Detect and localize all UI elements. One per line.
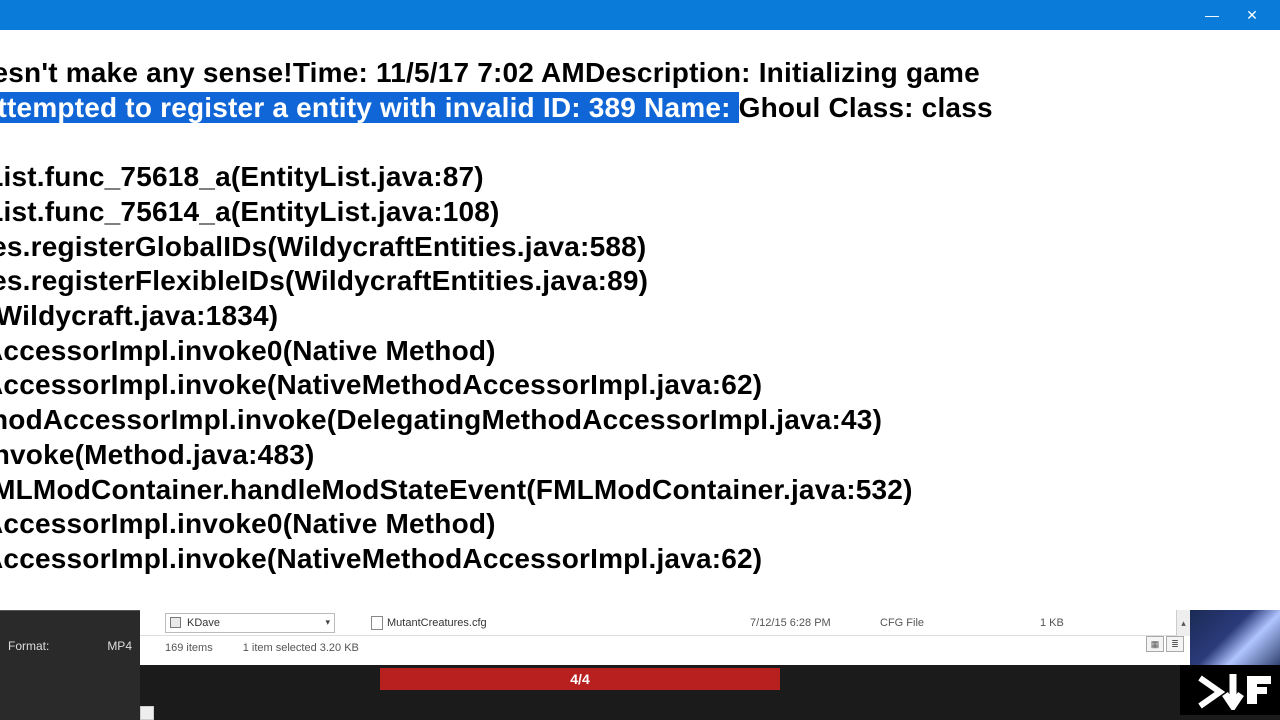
scroll-down-button[interactable]: [140, 706, 154, 720]
status-selection: 1 item selected 3.20 KB: [243, 642, 359, 654]
crash-line: lect.DelegatingMethodAccessorImpl.invoke…: [0, 404, 882, 435]
crash-line: lect.NativeMethodAccessorImpl.invoke(Nat…: [0, 543, 762, 574]
view-toggle: ▦ ≣: [1146, 636, 1184, 652]
progress-text: 4/4: [570, 671, 589, 687]
crash-line: lect.NativeMethodAccessorImpl.invoke(Nat…: [0, 369, 762, 400]
file-type: CFG File: [880, 617, 924, 629]
drive-icon: [170, 617, 181, 628]
file-size: 1 KB: [1040, 617, 1064, 629]
explorer-status-bar: 169 items 1 item selected 3.20 KB: [140, 636, 1190, 660]
chevron-down-icon[interactable]: ▾: [325, 617, 330, 628]
crash-report-text[interactable]: Report —// This doesn't make any sense!T…: [0, 56, 1280, 577]
breadcrumb-text: KDave: [187, 617, 220, 629]
crash-line: aft.WildycraftEntities.registerFlexibleI…: [0, 265, 648, 296]
crash-line-post: Ghoul Class: class: [739, 92, 993, 123]
crash-line: ods.fml.common.FMLModContainer.handleMod…: [0, 474, 913, 505]
file-icon: [371, 616, 383, 630]
logo-overlay: [1180, 665, 1280, 715]
view-thumbnails-button[interactable]: ▦: [1146, 636, 1164, 652]
selected-text[interactable]: Attempted to register a entity with inva…: [0, 92, 739, 123]
file-name-text: MutantCreatures.cfg: [387, 617, 487, 629]
status-item-count: 169 items: [165, 642, 213, 654]
scroll-up-button[interactable]: ▴: [1176, 610, 1190, 636]
arrow-logo-icon: [1195, 670, 1275, 710]
file-row[interactable]: MutantCreatures.cfg: [371, 616, 487, 630]
format-value: MP4: [107, 639, 132, 653]
close-button[interactable]: ✕: [1232, 4, 1272, 26]
format-label: Format:: [8, 639, 49, 653]
crash-report-viewport[interactable]: Report —// This doesn't make any sense!T…: [0, 30, 1280, 610]
window-titlebar: — ✕: [0, 0, 1280, 30]
explorer-header-row: KDave ▾ MutantCreatures.cfg 7/12/15 6:28…: [140, 610, 1190, 636]
thumbnail-strip: [1190, 610, 1280, 665]
crash-line: Report —// This doesn't make any sense!T…: [0, 57, 980, 88]
crash-line: ecraft.entity.EntityList.func_75618_a(En…: [0, 161, 484, 192]
view-details-button[interactable]: ≣: [1166, 636, 1184, 652]
breadcrumb-bar[interactable]: KDave ▾: [165, 613, 335, 633]
file-date: 7/12/15 6:28 PM: [750, 617, 831, 629]
crash-line: aft.WildycraftEntities.registerGlobalIDs…: [0, 231, 646, 262]
crash-line: ecraft.entity.EntityList.func_75614_a(En…: [0, 196, 500, 227]
crash-line: ng.reflect.Method.invoke(Method.java:483…: [0, 439, 315, 470]
crash-line: lect.NativeMethodAccessorImpl.invoke0(Na…: [0, 335, 496, 366]
format-row: Format: MP4: [8, 639, 132, 653]
minimize-button[interactable]: —: [1192, 4, 1232, 26]
progress-bar: 4/4: [380, 668, 780, 690]
crash-line: lect.NativeMethodAccessorImpl.invoke0(Na…: [0, 508, 496, 539]
file-explorer-window[interactable]: KDave ▾ MutantCreatures.cfg 7/12/15 6:28…: [140, 610, 1190, 665]
crash-line: aft.Wildycraft.load(Wildycraft.java:1834…: [0, 300, 278, 331]
encoder-side-panel: Format: MP4: [0, 610, 140, 720]
lower-overlay: Format: MP4 KDave ▾ MutantCreatures.cfg …: [0, 610, 1280, 720]
